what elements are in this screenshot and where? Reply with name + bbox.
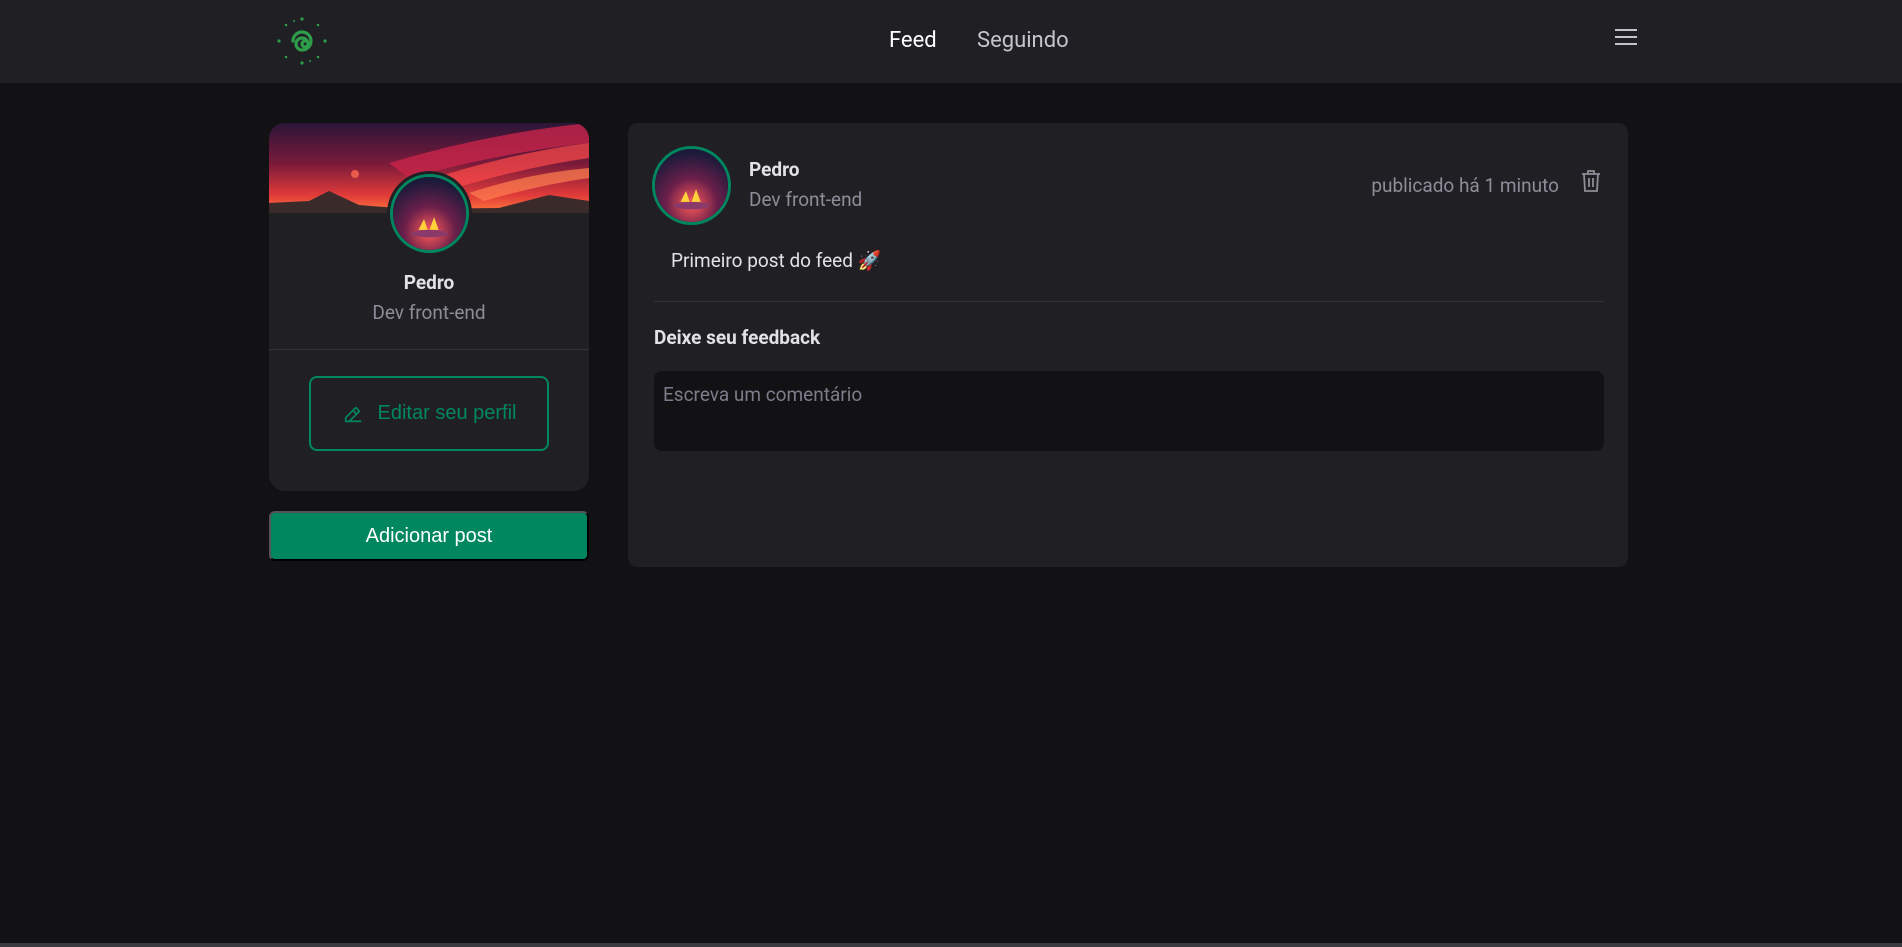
hamburger-menu-icon[interactable] xyxy=(1614,26,1638,48)
sidebar-divider xyxy=(269,349,589,350)
comment-input[interactable] xyxy=(654,371,1604,451)
post-divider xyxy=(654,301,1604,302)
post-published-time: publicado há 1 minuto xyxy=(1371,174,1559,197)
post-author-avatar[interactable] xyxy=(652,146,731,225)
post-card: Pedro Dev front-end publicado há 1 minut… xyxy=(628,123,1628,567)
app-header: Feed Seguindo xyxy=(0,0,1902,83)
edit-profile-label: Editar seu perfil xyxy=(377,402,517,424)
post-author-name: Pedro xyxy=(749,158,800,181)
trash-icon[interactable] xyxy=(1580,169,1602,193)
profile-sidebar: Pedro Dev front-end Editar seu perfil xyxy=(269,123,589,491)
pencil-icon xyxy=(344,406,361,422)
nav-feed[interactable]: Feed xyxy=(889,24,937,58)
nav-following[interactable]: Seguindo xyxy=(977,24,1069,58)
add-post-button[interactable]: Adicionar post xyxy=(269,511,589,561)
profile-role: Dev front-end xyxy=(372,301,486,324)
window-bottom-edge xyxy=(0,943,1902,947)
feedback-title: Deixe seu feedback xyxy=(654,326,821,349)
avatar[interactable] xyxy=(390,174,469,253)
edit-profile-button[interactable]: Editar seu perfil xyxy=(309,376,549,451)
post-author-role: Dev front-end xyxy=(749,188,863,211)
profile-name: Pedro xyxy=(403,271,455,294)
post-content: Primeiro post do feed 🚀 xyxy=(671,249,882,272)
